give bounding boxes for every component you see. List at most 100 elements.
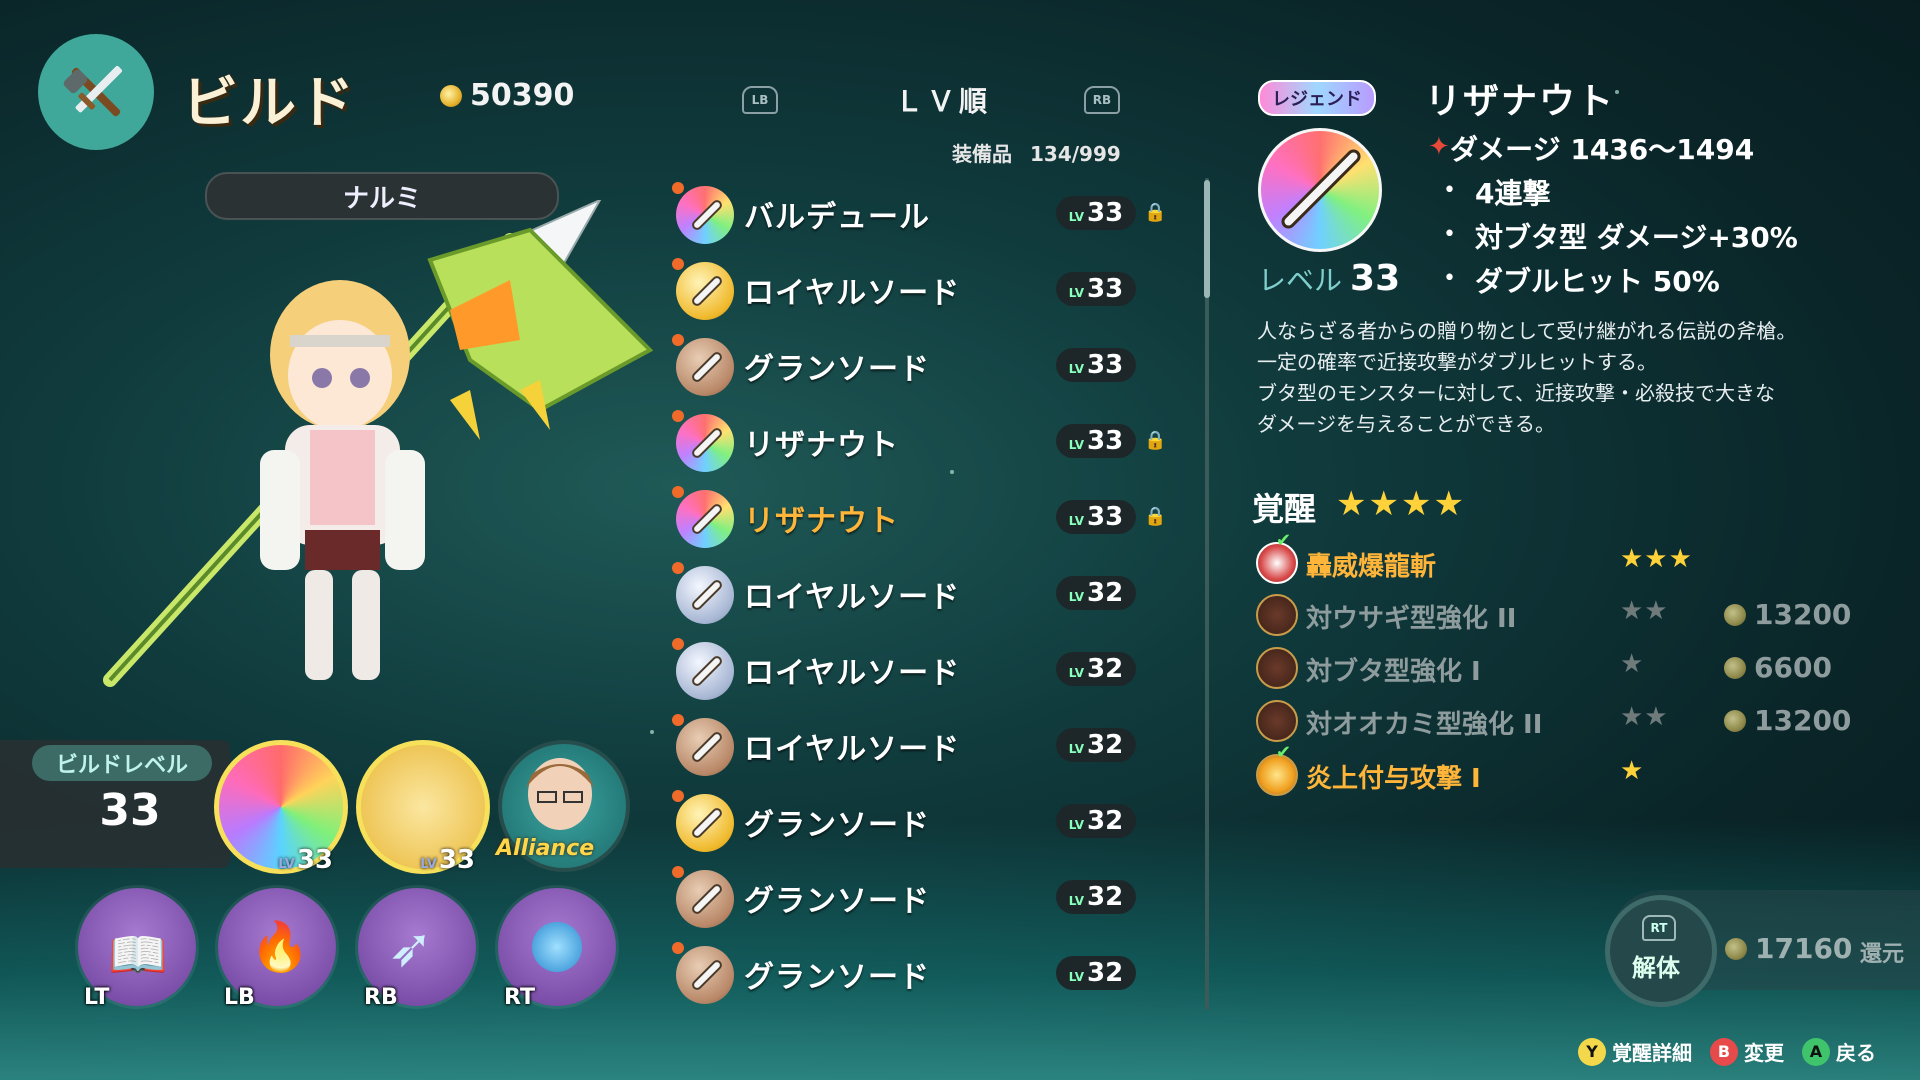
item-level: LV 33 xyxy=(1056,196,1136,230)
damage-icon: ✦ xyxy=(1428,132,1450,162)
lb-bumper-icon[interactable]: LB xyxy=(742,86,778,114)
coin-total: 50390 xyxy=(440,78,574,113)
sword-icon xyxy=(676,490,734,548)
flame-book-icon: 🔥 xyxy=(250,919,310,975)
list-item[interactable]: バルデュール LV 33 🔒 xyxy=(668,180,1168,246)
list-item[interactable]: ロイヤルソード LV 32 xyxy=(668,636,1168,702)
list-item[interactable]: リザナウト LV 33 🔒 xyxy=(668,484,1168,550)
ability-cost: 13200 xyxy=(1724,598,1851,631)
item-name: グランソード xyxy=(744,352,930,387)
skill-rt[interactable]: RT xyxy=(498,888,616,1010)
list-item[interactable]: グランソード LV 32 xyxy=(668,940,1168,1006)
build-level-label: ビルドレベル xyxy=(32,745,212,781)
sword-icon xyxy=(676,566,734,624)
awakening-ability[interactable]: ✔ 炎上付与攻撃 I ★ xyxy=(1252,742,1852,798)
list-item[interactable]: グランソード LV 33 xyxy=(668,332,1168,398)
sword-icon xyxy=(676,642,734,700)
item-level: LV 33 xyxy=(1056,424,1136,458)
rt-key-icon: RT xyxy=(1642,915,1676,941)
sort-mode-label[interactable]: ＬＶ順 xyxy=(895,80,991,120)
sparkle xyxy=(650,730,654,734)
character-portrait xyxy=(90,197,660,720)
rb-bumper-icon[interactable]: RB xyxy=(1084,86,1120,114)
new-badge-icon xyxy=(672,182,684,194)
new-badge-icon xyxy=(672,562,684,574)
ability-stars: ★★ xyxy=(1620,702,1669,732)
skill-rb[interactable]: ➶ RB xyxy=(358,888,476,1010)
list-item[interactable]: グランソード LV 32 xyxy=(668,864,1168,930)
new-badge-icon xyxy=(672,866,684,878)
item-level: LV 33 xyxy=(1056,272,1136,306)
equipment-count: 装備品 134/999 xyxy=(952,142,1121,166)
new-badge-icon xyxy=(672,714,684,726)
new-badge-icon xyxy=(672,410,684,422)
awakening-ability[interactable]: 対オオカミ型強化 II ★★ 13200 xyxy=(1252,696,1852,744)
y-button-icon: Y xyxy=(1578,1037,1606,1066)
skill-key-label: LB xyxy=(224,985,255,1010)
potion-icon xyxy=(532,922,582,972)
b-button-icon: B xyxy=(1710,1037,1738,1066)
awakening-ability[interactable]: 対ウサギ型強化 II ★★ 13200 xyxy=(1252,590,1852,638)
sword-icon xyxy=(676,718,734,776)
alliance-label: Alliance xyxy=(496,836,595,861)
awakening-ability[interactable]: 対ブタ型強化 I ★ 6600 xyxy=(1252,643,1852,691)
rarity-badge: レジェンド xyxy=(1258,80,1376,116)
page-title: ビルド xyxy=(182,71,356,136)
coin-icon xyxy=(1725,937,1747,960)
list-item[interactable]: リザナウト LV 33 🔒 xyxy=(668,408,1168,474)
refund-label: 還元 xyxy=(1860,942,1905,967)
stat-damage: ダメージ 1436～1494 xyxy=(1450,133,1755,166)
item-name: グランソード xyxy=(744,960,930,995)
coin-amount: 50390 xyxy=(470,78,575,113)
item-level: LV 32 xyxy=(1056,728,1136,762)
item-level: LV 32 xyxy=(1056,880,1136,914)
sword-icon xyxy=(676,794,734,852)
a-button-icon: A xyxy=(1802,1037,1830,1066)
list-item[interactable]: ロイヤルソード LV 32 xyxy=(668,712,1168,778)
ability-stars: ★ xyxy=(1620,649,1645,679)
ability-stars: ★★★ xyxy=(1620,544,1693,574)
new-badge-icon xyxy=(672,258,684,270)
wolf-icon xyxy=(1256,700,1298,742)
lock-icon: 🔒 xyxy=(1144,506,1167,527)
hint-change[interactable]: B 変更 xyxy=(1710,1037,1784,1066)
weapon-slot-level: LV33 xyxy=(278,845,333,875)
scrollbar-track[interactable] xyxy=(1205,178,1209,1010)
sword-icon xyxy=(676,946,734,1004)
awakening-ability[interactable]: ✔ 轟威爆龍斬 ★★★ xyxy=(1252,530,1852,586)
coin-icon xyxy=(1724,656,1746,679)
build-level-value: 33 xyxy=(99,785,161,836)
list-item[interactable]: ロイヤルソード LV 32 xyxy=(668,560,1168,626)
check-icon: ✔ xyxy=(1276,530,1292,551)
rabbit-icon xyxy=(1256,594,1298,636)
ability-cost: 13200 xyxy=(1724,704,1851,737)
skill-lt[interactable]: 📖 LT xyxy=(78,888,196,1010)
list-item[interactable]: グランソード LV 32 xyxy=(668,788,1168,854)
new-badge-icon xyxy=(672,334,684,346)
scrollbar-thumb[interactable] xyxy=(1204,180,1210,298)
hint-awakening-detail[interactable]: Y 覚醒詳細 xyxy=(1578,1037,1692,1066)
ability-stars: ★★ xyxy=(1620,596,1669,626)
weapon-slot[interactable]: LV33 xyxy=(214,740,348,875)
item-level: LV 32 xyxy=(1056,652,1136,686)
description-line: ブタ型のモンスターに対して、近接攻撃・必殺技で大きな xyxy=(1257,381,1775,405)
ability-name: 対ウサギ型強化 II xyxy=(1306,604,1517,634)
lock-icon: 🔒 xyxy=(1144,430,1167,451)
list-item[interactable]: ロイヤルソード LV 33 xyxy=(668,256,1168,322)
hint-back[interactable]: A 戻る xyxy=(1802,1037,1876,1066)
item-level: レベル 33 xyxy=(1258,258,1401,299)
item-name: リザナウト xyxy=(744,428,899,463)
new-badge-icon xyxy=(672,790,684,802)
ability-stars: ★ xyxy=(1620,756,1645,786)
new-badge-icon xyxy=(672,486,684,498)
item-name: ロイヤルソード xyxy=(744,732,961,767)
item-level: LV 32 xyxy=(1056,804,1136,838)
button-hints: Y 覚醒詳細 B 変更 A 戻る xyxy=(1578,1037,1876,1066)
item-level: LV 32 xyxy=(1056,576,1136,610)
lock-icon: 🔒 xyxy=(1144,202,1167,223)
skill-lb[interactable]: 🔥 LB xyxy=(218,888,336,1010)
coin-icon xyxy=(1724,603,1746,626)
armor-slot[interactable]: LV33 xyxy=(356,740,490,875)
ability-name: 対オオカミ型強化 II xyxy=(1306,710,1543,740)
ability-name: 対ブタ型強化 I xyxy=(1306,657,1481,687)
